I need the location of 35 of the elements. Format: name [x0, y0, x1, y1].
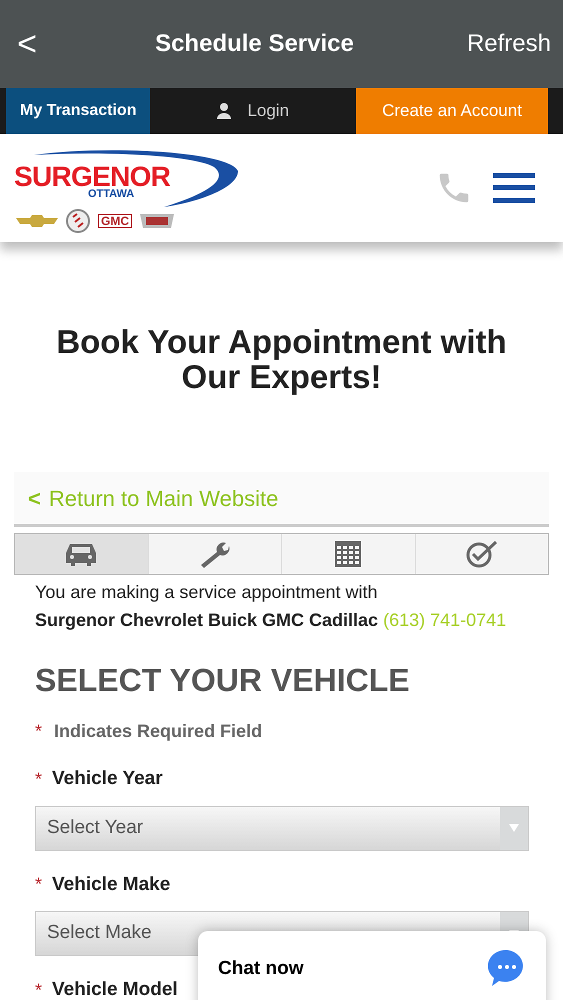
bowtie-icon: [16, 215, 58, 227]
refresh-button[interactable]: Refresh: [466, 26, 551, 62]
dealer-info: Surgenor Chevrolet Buick GMC Cadillac (613) 741-0741: [35, 609, 508, 632]
shield-icon: [66, 209, 90, 233]
back-button[interactable]: <: [12, 27, 42, 61]
chevron-left-icon: <: [28, 482, 41, 514]
step-tab[interactable]: [148, 534, 282, 574]
required-asterisk: *: [35, 768, 42, 791]
select-dropdown[interactable]: Select Year: [35, 806, 529, 850]
my-transaction-button[interactable]: My Transaction: [6, 88, 150, 134]
login-button[interactable]: Login: [150, 88, 356, 134]
gmc-logo: GMC: [98, 214, 132, 228]
field-label: Vehicle Year: [52, 767, 163, 791]
menu-icon[interactable]: [493, 173, 535, 203]
chat-dialog[interactable]: Chat now: [198, 931, 546, 1000]
page-heading: Book Your Appointment with Our Experts!: [55, 324, 508, 394]
field-label: Vehicle Make: [52, 872, 170, 896]
crest-icon: [140, 214, 174, 228]
required-asterisk: *: [35, 873, 42, 896]
field-label: Vehicle Model: [52, 978, 178, 1000]
section-title: SELECT YOUR VEHICLE: [35, 661, 411, 700]
return-link-label: Return to Main Website: [48, 484, 278, 512]
logo-city: OTTAWA: [88, 189, 134, 200]
calendar-icon: [335, 541, 362, 567]
check-circle-icon: [464, 540, 499, 568]
car-icon: [64, 541, 98, 567]
dealer-logo[interactable]: SURGENOR OTTAWA GMC: [14, 139, 239, 237]
person-icon: [217, 103, 232, 119]
step-tab[interactable]: [15, 534, 148, 574]
required-asterisk: *: [35, 720, 42, 743]
required-note: Indicates Required Field: [54, 720, 262, 743]
screen-title: Schedule Service: [154, 29, 355, 59]
intro-text: You are making a service appointment with: [35, 581, 379, 604]
required-asterisk: *: [35, 978, 42, 1000]
chat-bubble-icon: [488, 949, 526, 987]
